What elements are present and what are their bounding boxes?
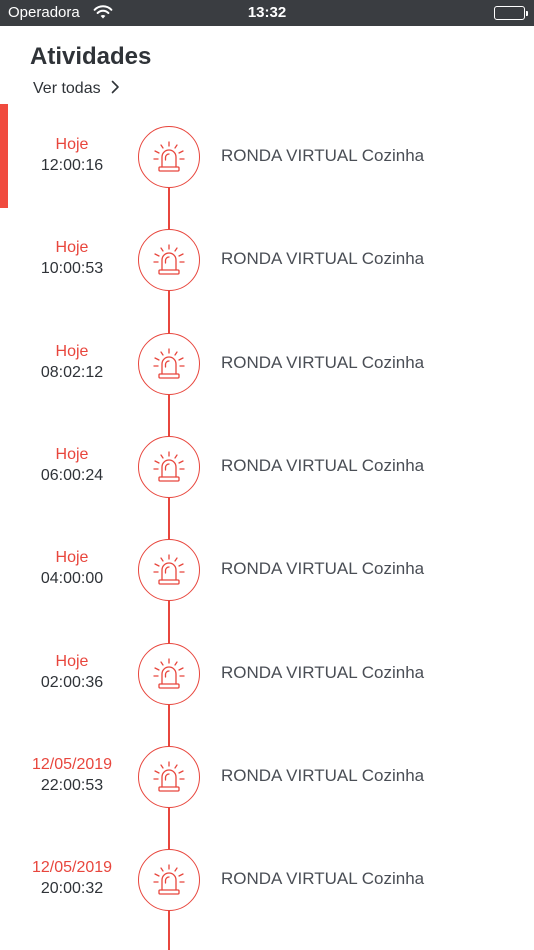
alarm-siren-icon [138, 643, 200, 705]
activity-label: RONDA VIRTUAL Cozinha [221, 663, 425, 682]
see-all-link[interactable]: Ver todas [33, 79, 120, 99]
activity-day: Hoje [55, 343, 89, 360]
activity-label: RONDA VIRTUAL Cozinha [221, 353, 425, 372]
activity-day: Hoje [55, 653, 89, 670]
activity-day: 12/05/2019 [31, 859, 113, 876]
activity-time: 22:00:53 [40, 777, 104, 794]
activity-datetime: Hoje 04:00:00 [12, 537, 132, 589]
alarm-siren-icon [138, 539, 200, 601]
activity-datetime: Hoje 08:02:12 [12, 331, 132, 383]
status-bar: Operadora 13:32 [0, 0, 534, 26]
activity-time: 08:02:12 [40, 364, 104, 381]
activity-row[interactable]: Hoje 10:00:53 RONDA VIRTUAL Cozinha [0, 227, 534, 291]
activity-day: 12/05/2019 [31, 756, 113, 773]
status-time: 13:32 [247, 4, 287, 21]
activity-time: 06:00:24 [40, 467, 104, 484]
activity-row[interactable]: Hoje 06:00:24 RONDA VIRTUAL Cozinha [0, 434, 534, 498]
activity-time: 10:00:53 [40, 260, 104, 277]
page-title: Atividades [30, 43, 152, 70]
activity-time: 20:00:32 [40, 880, 104, 897]
activity-datetime: Hoje 10:00:53 [12, 227, 132, 279]
activity-row[interactable]: Hoje 12:00:16 RONDA VIRTUAL Cozinha [0, 124, 534, 188]
activity-label: RONDA VIRTUAL Cozinha [221, 869, 425, 888]
alarm-siren-icon [138, 229, 200, 291]
activity-label: RONDA VIRTUAL Cozinha [221, 249, 425, 268]
activity-datetime: Hoje 12:00:16 [12, 124, 132, 176]
activity-row[interactable]: 12/05/2019 20:00:32 RONDA VIRTUAL Cozinha [0, 847, 534, 911]
alarm-siren-icon [138, 436, 200, 498]
activity-time: 04:00:00 [40, 570, 104, 587]
activity-day: Hoje [55, 136, 89, 153]
activity-label: RONDA VIRTUAL Cozinha [221, 456, 425, 475]
activity-label: RONDA VIRTUAL Cozinha [221, 146, 425, 165]
activity-day: Hoje [55, 239, 89, 256]
activity-datetime: Hoje 02:00:36 [12, 641, 132, 693]
battery-icon [494, 6, 528, 20]
see-all-label: Ver todas [33, 80, 101, 97]
alarm-siren-icon [138, 746, 200, 808]
activity-time: 02:00:36 [40, 674, 104, 691]
activity-day: Hoje [55, 549, 89, 566]
activity-datetime: Hoje 06:00:24 [12, 434, 132, 486]
activity-label: RONDA VIRTUAL Cozinha [221, 766, 425, 785]
alarm-siren-icon [138, 333, 200, 395]
activity-row[interactable]: Hoje 08:02:12 RONDA VIRTUAL Cozinha [0, 331, 534, 395]
activity-time: 12:00:16 [40, 157, 104, 174]
activity-label: RONDA VIRTUAL Cozinha [221, 559, 425, 578]
activity-row[interactable]: 12/05/2019 22:00:53 RONDA VIRTUAL Cozinha [0, 744, 534, 808]
alarm-siren-icon [138, 849, 200, 911]
chevron-right-icon [111, 79, 120, 99]
activity-datetime: 12/05/2019 22:00:53 [12, 744, 132, 796]
alarm-siren-icon [138, 126, 200, 188]
activity-day: Hoje [55, 446, 89, 463]
activity-row[interactable]: Hoje 04:00:00 RONDA VIRTUAL Cozinha [0, 537, 534, 601]
activity-row[interactable]: Hoje 02:00:36 RONDA VIRTUAL Cozinha [0, 641, 534, 705]
activity-datetime: 12/05/2019 20:00:32 [12, 847, 132, 899]
